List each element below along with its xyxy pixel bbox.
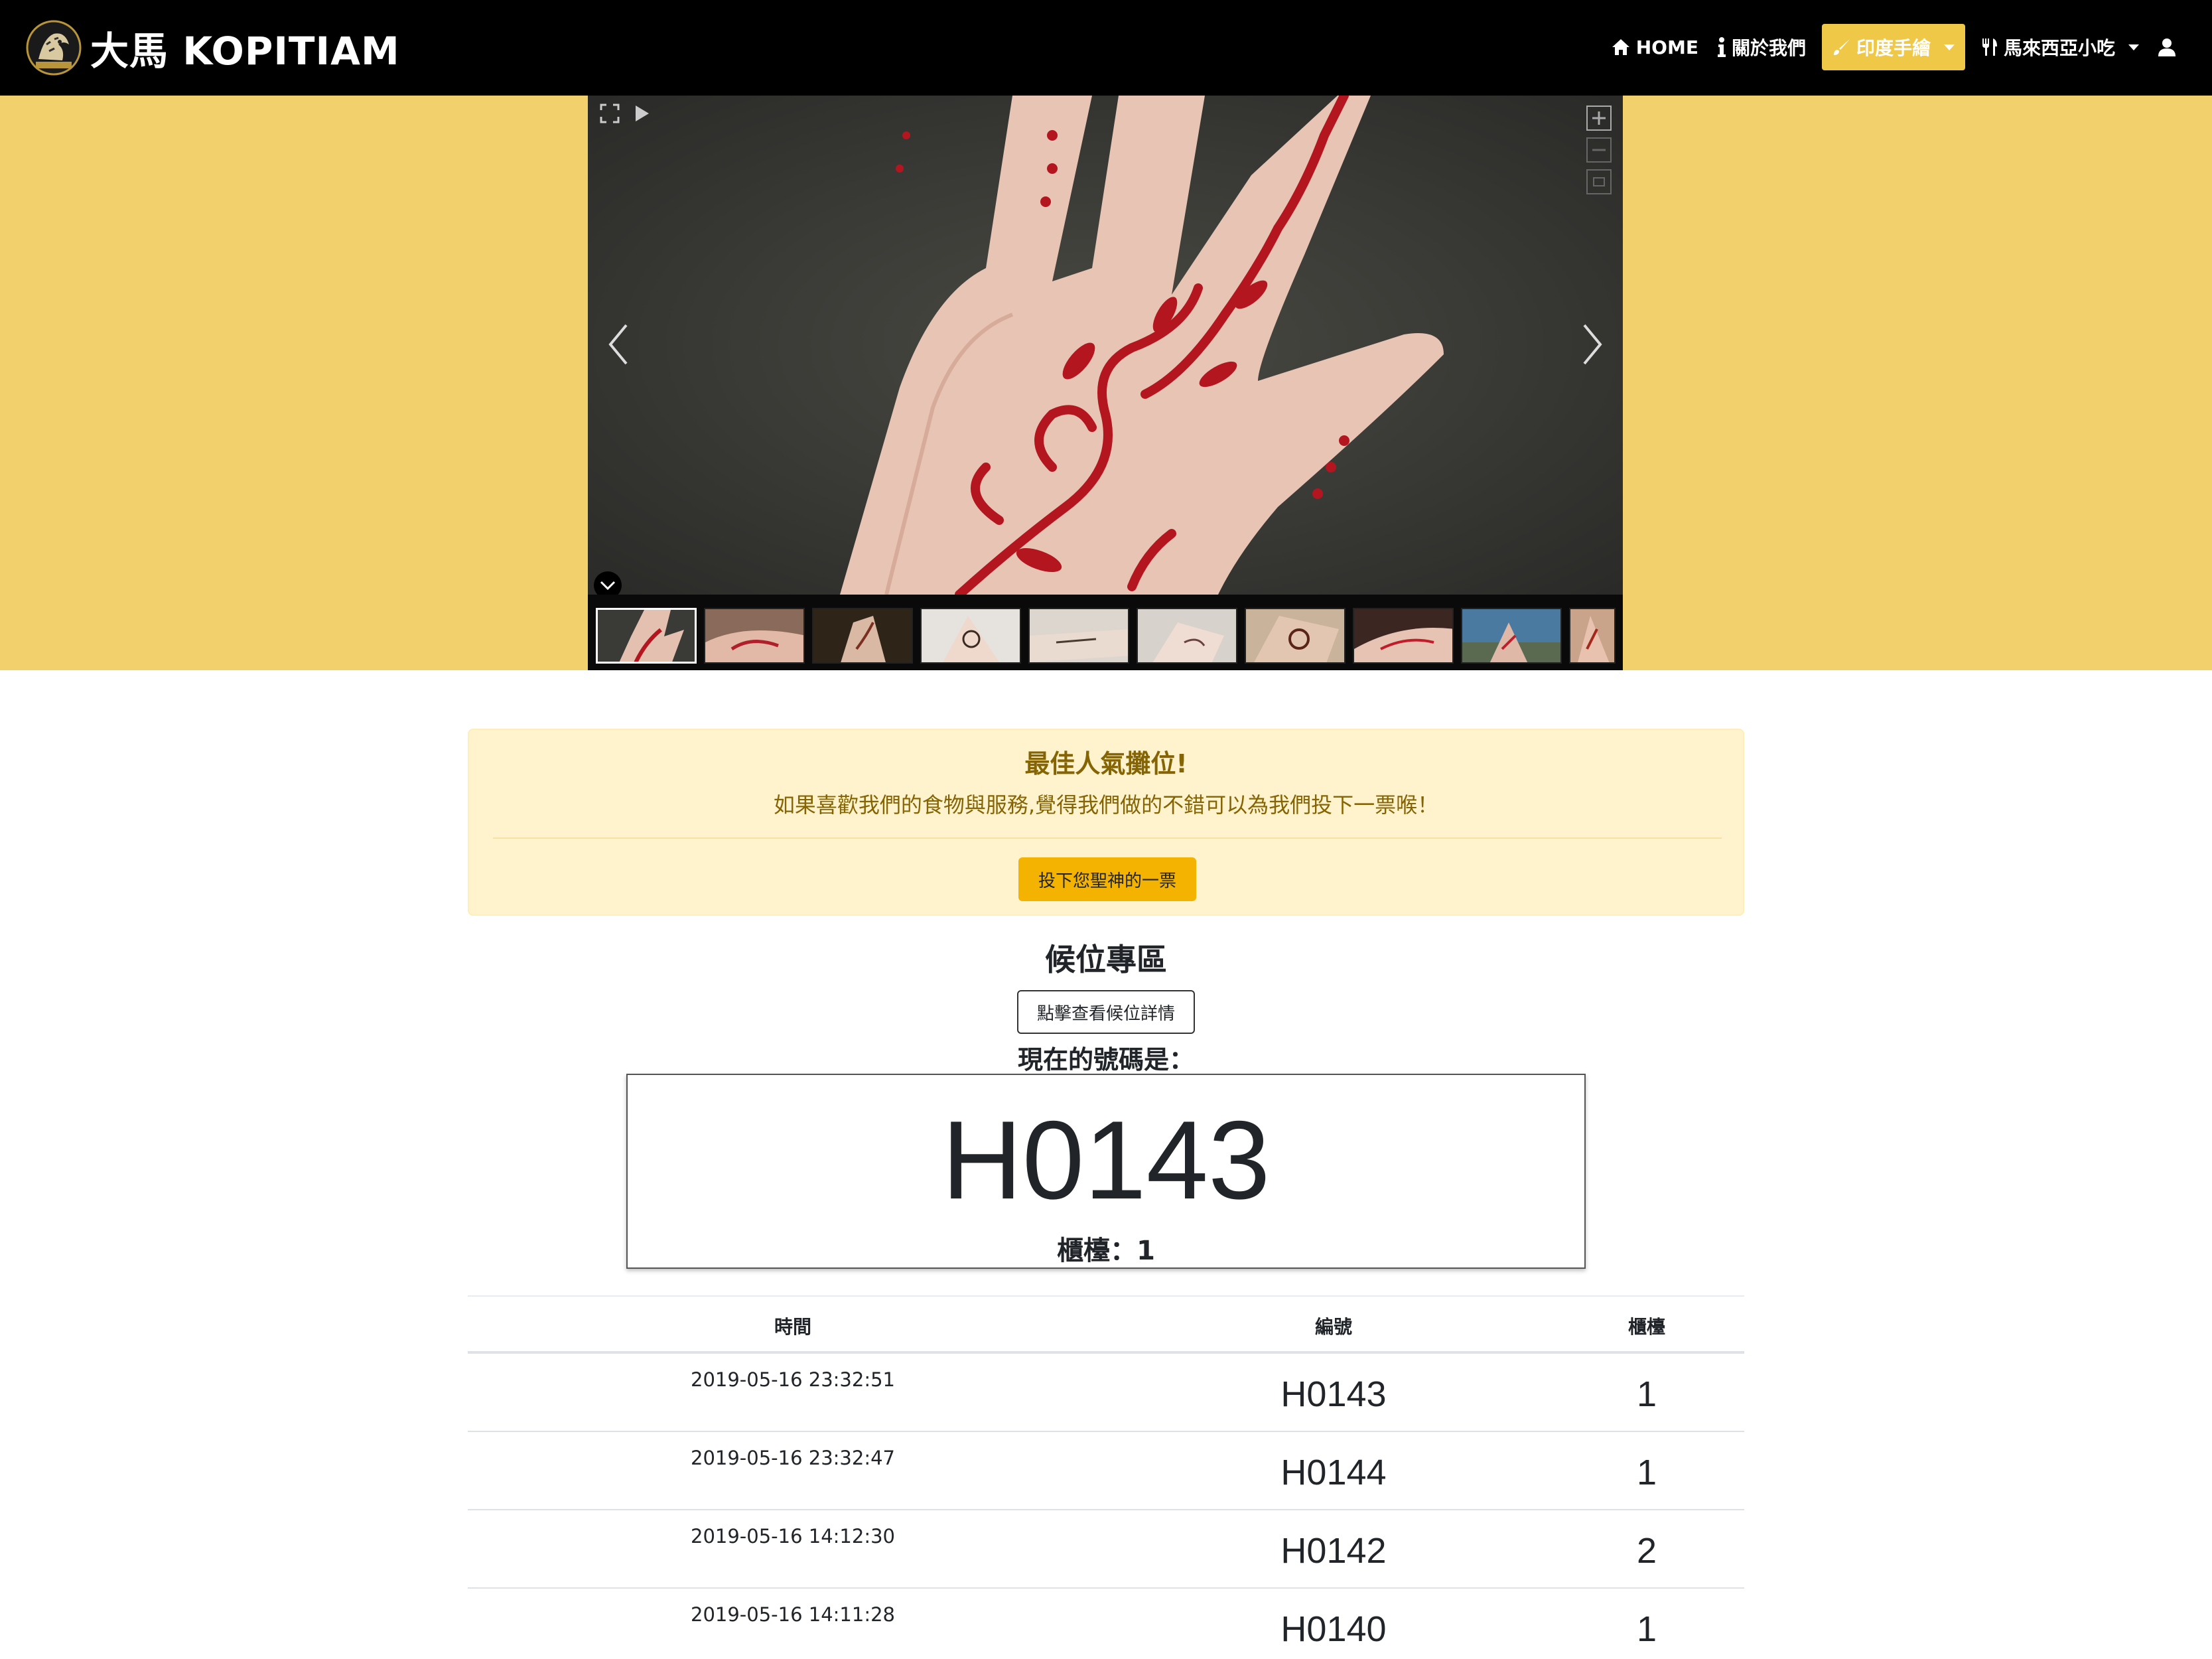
vote-title: 最佳人氣攤位! xyxy=(1024,749,1188,778)
vote-alert: 最佳人氣攤位! 如果喜歡我們的食物與服務,覺得我們做的不錯可以為我們投下一票喉！… xyxy=(468,729,1744,916)
row-time: 2019-05-16 23:32:51 xyxy=(691,1368,895,1391)
row-number: H0144 xyxy=(1280,1453,1387,1492)
nav-henna-label: 印度手繪 xyxy=(1856,37,1931,59)
row-number: H0142 xyxy=(1280,1531,1387,1571)
tiger-logo-icon xyxy=(26,20,82,76)
row-counter: 1 xyxy=(1636,1374,1657,1414)
play-icon[interactable] xyxy=(632,104,652,123)
thumbnail[interactable] xyxy=(1028,608,1129,664)
nav-about-label: 關於我們 xyxy=(1731,37,1806,59)
fullscreen-icon[interactable] xyxy=(600,104,620,123)
zoom-out-icon[interactable] xyxy=(1586,137,1612,163)
thumbnail-image xyxy=(705,609,803,662)
chevron-down-icon xyxy=(2128,44,2139,50)
thumbnail[interactable] xyxy=(1137,608,1237,664)
henna-hand-photo xyxy=(588,96,1623,595)
current-number-card: H0143 櫃檯：1 xyxy=(626,1074,1586,1269)
home-icon xyxy=(1612,39,1629,55)
thumbnail[interactable] xyxy=(1353,608,1454,664)
table-row: 2019-05-16 23:32:51 H0143 1 xyxy=(468,1354,1744,1432)
reset-zoom-icon[interactable] xyxy=(1586,169,1612,195)
header-counter: 櫃檯 xyxy=(1627,1316,1665,1338)
brush-icon xyxy=(1833,39,1850,55)
thumbnail-image xyxy=(1138,609,1236,662)
vote-button[interactable]: 投下您聖神的一票 xyxy=(1018,857,1196,901)
header-time: 時間 xyxy=(774,1316,811,1338)
nav-henna-dropdown[interactable]: 印度手繪 xyxy=(1821,24,1965,70)
next-arrow-icon[interactable] xyxy=(1579,321,1606,368)
vote-description: 如果喜歡我們的食物與服務,覺得我們做的不錯可以為我們投下一票喉！ xyxy=(773,792,1439,818)
top-navbar: 大馬 KOPITIAM HOME 關於我們 印度手繪 馬來西亞小吃 xyxy=(0,0,2212,96)
thumbnail[interactable] xyxy=(704,608,805,664)
brand-title: 大馬 KOPITIAM xyxy=(90,29,400,74)
nav-home[interactable]: HOME xyxy=(1602,24,1708,70)
thumbnail-image xyxy=(1570,609,1614,662)
table-header: 時間 編號 櫃檯 xyxy=(468,1295,1744,1354)
queue-history-table: 時間 編號 櫃檯 2019-05-16 23:32:51 H0143 1 201… xyxy=(468,1295,1744,1659)
thumbnail-strip xyxy=(588,595,1623,670)
row-number: H0140 xyxy=(1280,1609,1387,1649)
nav-menu: HOME 關於我們 印度手繪 馬來西亞小吃 xyxy=(1602,24,2185,70)
thumbnail[interactable] xyxy=(1245,608,1346,664)
thumbnail[interactable] xyxy=(920,608,1021,664)
current-counter: 櫃檯：1 xyxy=(1057,1236,1155,1266)
row-counter: 2 xyxy=(1636,1531,1657,1571)
row-counter: 1 xyxy=(1636,1453,1657,1492)
hero-banner xyxy=(0,96,2212,670)
thumbnail-image xyxy=(922,609,1020,662)
queue-details-button[interactable]: 點擊查看候位詳情 xyxy=(1017,990,1195,1034)
nav-about[interactable]: 關於我們 xyxy=(1708,24,1815,70)
thumbnail-image xyxy=(813,609,912,662)
header-number: 編號 xyxy=(1314,1316,1352,1338)
thumbnail[interactable] xyxy=(812,608,913,664)
nav-snacks-dropdown[interactable]: 馬來西亞小吃 xyxy=(1972,24,2148,70)
thumbnail-image xyxy=(1246,609,1344,662)
thumbnail[interactable] xyxy=(596,608,697,664)
info-icon xyxy=(1717,37,1726,57)
thumbnail-image xyxy=(598,610,695,662)
row-time: 2019-05-16 23:32:47 xyxy=(691,1447,895,1469)
divider xyxy=(493,837,1722,839)
user-icon xyxy=(2158,38,2176,56)
current-number-label: 現在的號碼是： xyxy=(1017,1045,1194,1074)
utensils-icon xyxy=(1982,38,1997,56)
thumbnail[interactable] xyxy=(1461,608,1562,664)
thumbnail-image xyxy=(1354,609,1452,662)
zoom-in-icon[interactable] xyxy=(1586,105,1612,131)
thumbnail-image xyxy=(1462,609,1560,662)
row-time: 2019-05-16 14:12:30 xyxy=(691,1525,895,1548)
brand-link[interactable]: 大馬 KOPITIAM xyxy=(24,15,400,81)
table-row: 2019-05-16 14:12:30 H0142 2 xyxy=(468,1510,1744,1589)
nav-user[interactable] xyxy=(2148,24,2185,70)
row-number: H0143 xyxy=(1280,1374,1387,1414)
nav-home-label: HOME xyxy=(1635,36,1698,58)
table-row: 2019-05-16 14:11:28 H0140 1 xyxy=(468,1589,1744,1659)
queue-section-title: 候位專區 xyxy=(1045,942,1167,977)
row-time: 2019-05-16 14:11:28 xyxy=(691,1603,895,1626)
row-counter: 1 xyxy=(1636,1609,1657,1649)
table-row: 2019-05-16 23:32:47 H0144 1 xyxy=(468,1432,1744,1510)
nav-snacks-label: 馬來西亞小吃 xyxy=(2003,37,2115,59)
thumbnail[interactable] xyxy=(1569,608,1616,664)
thumbnail-image xyxy=(1030,609,1128,662)
previous-arrow-icon[interactable] xyxy=(605,321,632,368)
image-gallery xyxy=(588,96,1623,670)
current-number: H0143 xyxy=(941,1098,1271,1222)
chevron-down-icon xyxy=(1943,44,1955,50)
